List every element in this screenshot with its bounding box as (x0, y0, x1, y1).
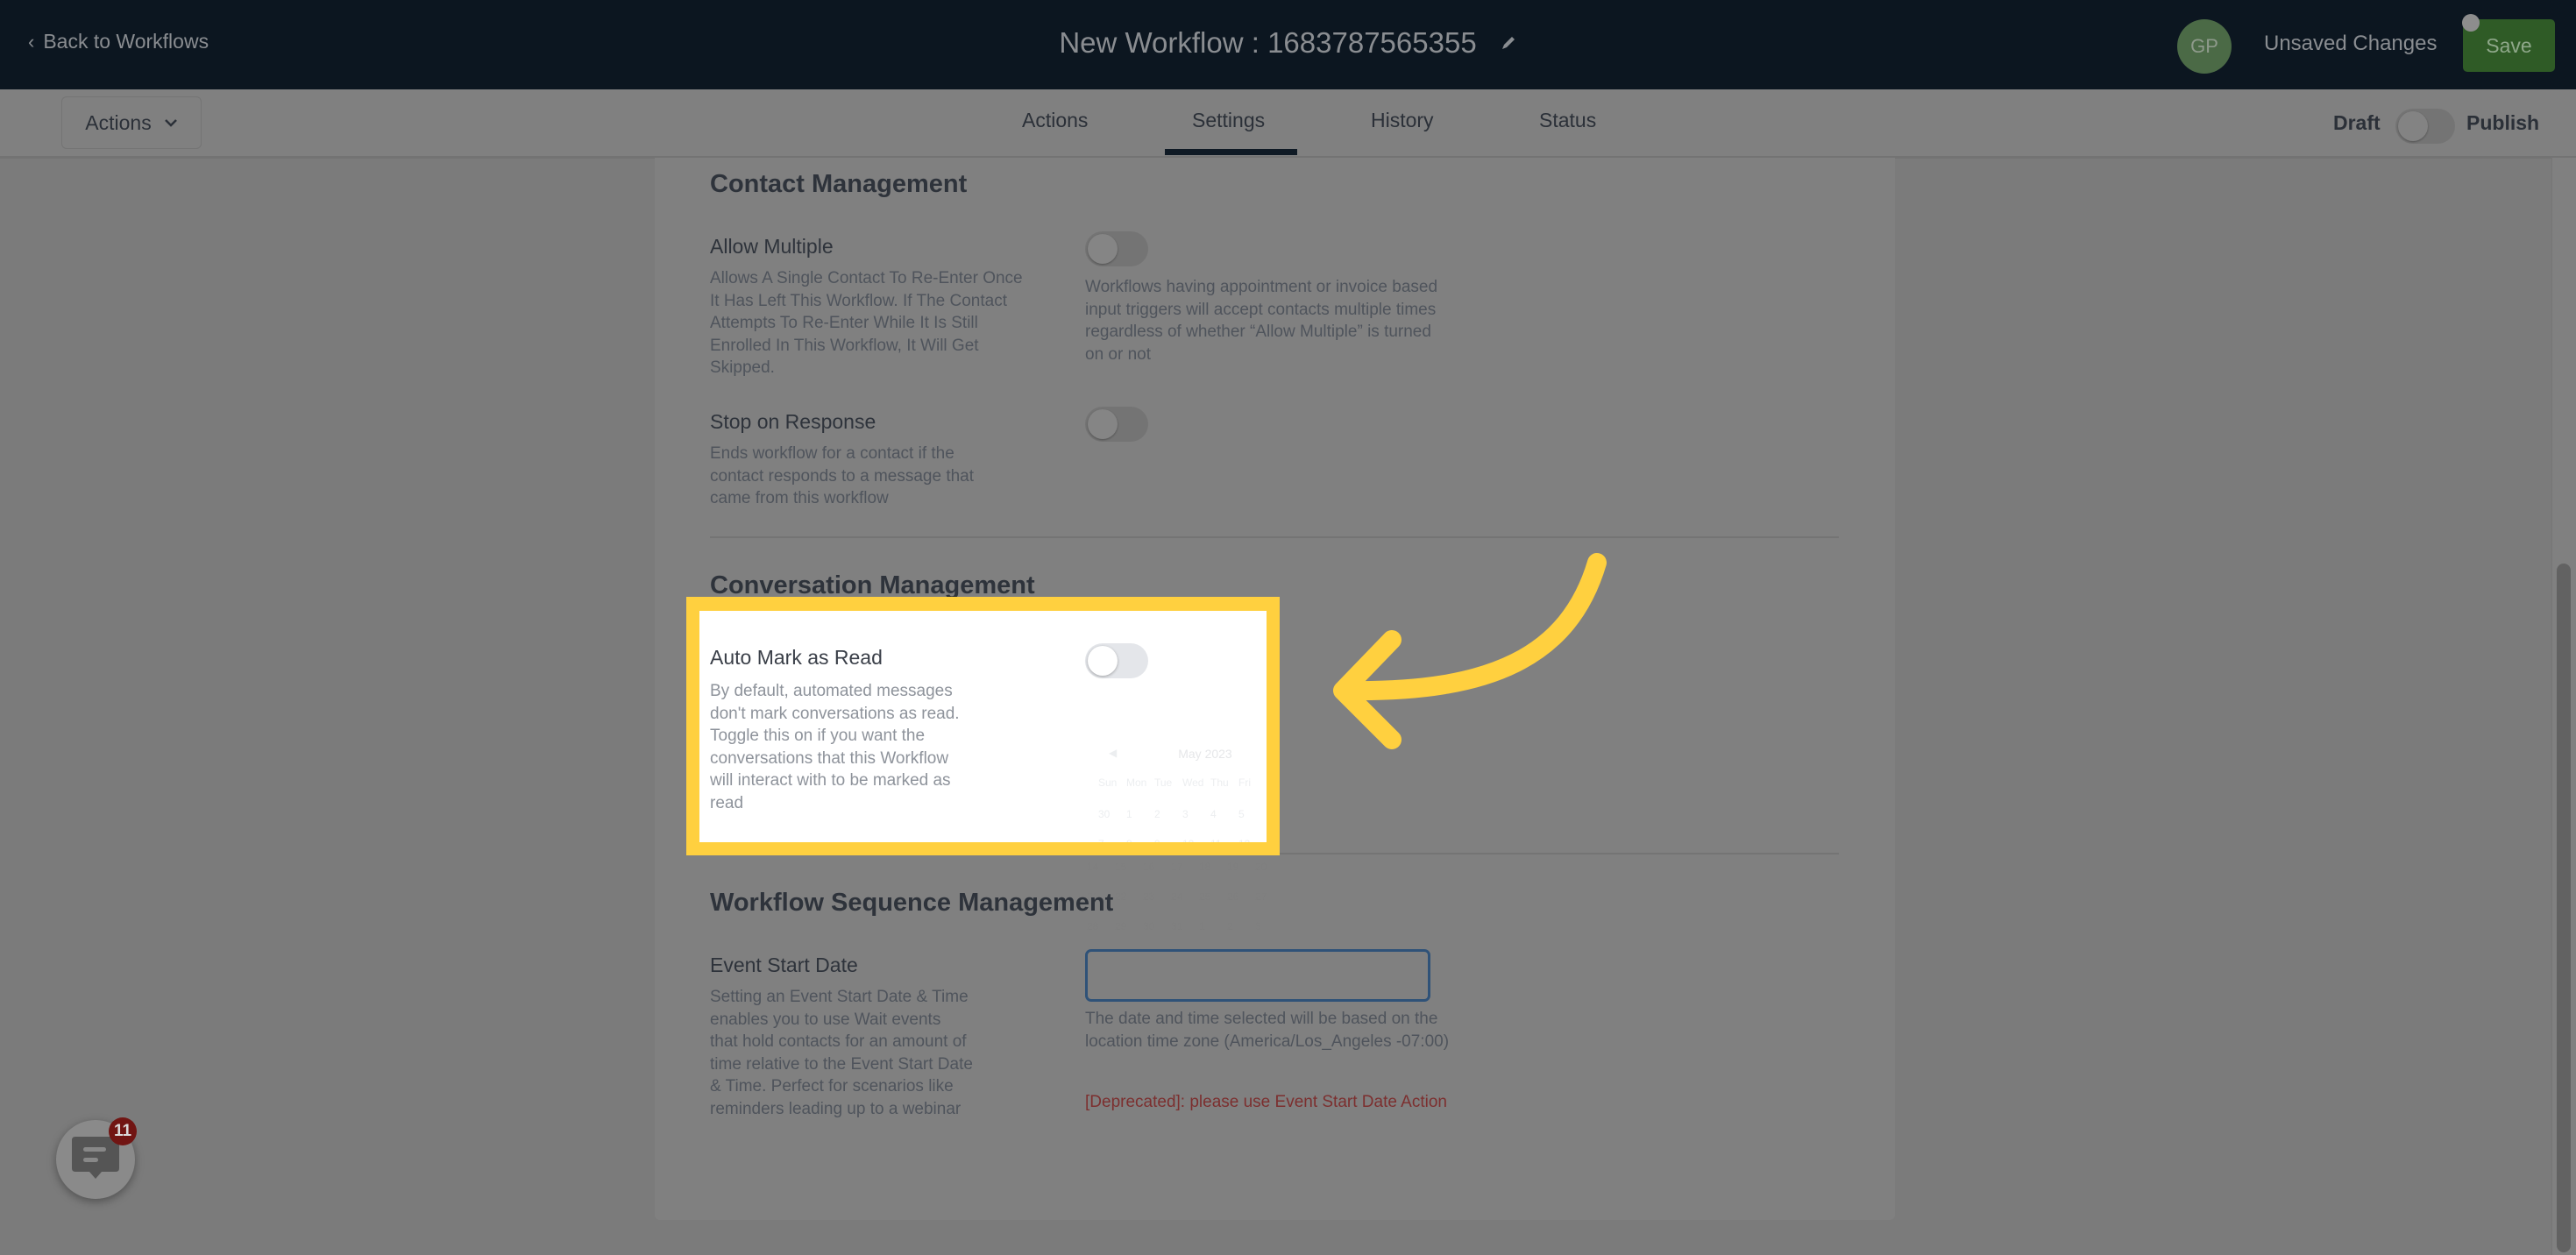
calendar-month: May (1178, 747, 1202, 761)
stop-on-response-toggle[interactable] (1085, 407, 1148, 442)
calendar-weekday: Thu (1210, 776, 1229, 789)
calendar-day: 14 (1087, 861, 1099, 873)
calendar-day: 16 (1143, 861, 1155, 873)
calendar-day: 30 (1098, 808, 1111, 820)
chevron-down-icon (164, 119, 177, 127)
auto-mark-read-description: By default, automated messages don't mar… (710, 682, 960, 812)
auto-mark-read-toggle[interactable] (1085, 643, 1148, 678)
calendar-weekday: Fri (1238, 776, 1251, 789)
calendar-day: 29 (1115, 920, 1127, 932)
avatar-initials: GP (2190, 35, 2218, 57)
avatar[interactable]: GP (2177, 19, 2232, 74)
notification-badge: 11 (109, 1117, 137, 1145)
calendar-day: 8 (1126, 838, 1154, 842)
calendar-day: 2 (1227, 920, 1233, 932)
deprecated-warning: [Deprecated]: please use Event Start Dat… (1085, 1093, 1447, 1111)
highlight-box: Auto Mark as Read By default, automated … (686, 597, 1280, 855)
calendar-weekday: Mon (1126, 776, 1147, 789)
back-to-workflows-link[interactable]: ‹ Back to Workflows (28, 30, 209, 53)
tab-history[interactable]: History (1371, 109, 1434, 132)
tab-settings[interactable]: Settings (1192, 109, 1265, 132)
calendar-day: 20 (1255, 861, 1267, 873)
calendar-day: 26 (1227, 890, 1239, 903)
publish-toggle[interactable] (2395, 109, 2455, 144)
calendar-day: 3 (1255, 920, 1261, 932)
calendar-day: 3 (1182, 808, 1189, 820)
draft-label: Draft (2333, 111, 2381, 134)
back-label: Back to Workflows (43, 30, 209, 53)
calendar-weekday: Sun (1098, 776, 1118, 789)
calendar-day: 28 (1087, 920, 1099, 932)
calendar-weekday: Tue (1154, 776, 1173, 789)
calendar-day: 19 (1227, 861, 1239, 873)
auto-mark-read-panel: Auto Mark as Read By default, automated … (699, 611, 1267, 842)
scrollbar-thumb[interactable] (2557, 564, 2571, 1252)
calendar-day: 17 (1171, 861, 1183, 873)
calendar-day: 10 (1182, 838, 1210, 842)
unsaved-status: Unsaved Changes (2264, 32, 2438, 55)
calendar-day: 15 (1115, 861, 1127, 873)
prev-month-icon: ◀ (1109, 747, 1118, 759)
allow-multiple-label: Allow Multiple (710, 235, 834, 258)
stop-on-response-description: Ends workflow for a contact if the conta… (710, 444, 975, 507)
calendar-day: 23 (1143, 890, 1155, 903)
event-start-date-input[interactable] (1085, 949, 1430, 1002)
calendar-day: 4 (1210, 808, 1217, 820)
curved-arrow-annotation (1333, 553, 1607, 749)
tab-status[interactable]: Status (1539, 109, 1596, 132)
calendar-day: 1 (1199, 920, 1205, 932)
allow-multiple-note: Workflows having appointment or invoice … (1085, 278, 1438, 364)
event-start-date-label: Event Start Date (710, 954, 858, 976)
calendar-day: 9 (1154, 838, 1182, 842)
calendar-day: 5 (1238, 808, 1245, 820)
pencil-icon[interactable] (1500, 34, 1517, 52)
actions-dropdown-label: Actions (85, 110, 152, 134)
unsaved-indicator-dot (2462, 14, 2480, 32)
stop-on-response-label: Stop on Response (710, 410, 876, 433)
allow-multiple-description: Allows A Single Contact To Re-Enter Once… (710, 269, 1023, 377)
publish-label: Publish (2466, 111, 2540, 134)
calendar-day: 18 (1199, 861, 1211, 873)
section-divider (710, 536, 1839, 538)
toggle-knob (1088, 646, 1118, 676)
calendar-day: 2 (1154, 808, 1160, 820)
active-tab-indicator (1165, 149, 1297, 155)
calendar-day: 7 (1098, 838, 1126, 842)
auto-mark-read-label: Auto Mark as Read (710, 646, 883, 669)
calendar-day: 25 (1199, 890, 1211, 903)
calendar-year: 2023 (1204, 747, 1232, 761)
calendar-day: 31 (1171, 920, 1183, 932)
toggle-knob (1088, 409, 1118, 439)
section-title-sequence: Workflow Sequence Management (710, 889, 1114, 917)
chevron-left-icon: ‹ (28, 30, 35, 53)
toggle-knob (1088, 234, 1118, 264)
calendar-day: 12 (1238, 838, 1267, 842)
calendar-weekday: Wed (1182, 776, 1204, 789)
allow-multiple-toggle[interactable] (1085, 231, 1148, 266)
timezone-note: The date and time selected will be based… (1085, 1010, 1450, 1051)
calendar-day: 30 (1143, 920, 1155, 932)
actions-dropdown[interactable]: Actions (61, 96, 202, 149)
tab-actions[interactable]: Actions (1022, 109, 1088, 132)
event-start-date-description: Setting an Event Start Date & Time enabl… (710, 988, 973, 1118)
toggle-knob (2398, 111, 2428, 141)
calendar-day: 1 (1126, 808, 1132, 820)
calendar-day: 24 (1171, 890, 1183, 903)
calendar-day: 22 (1115, 890, 1127, 903)
workflow-title: New Workflow : 1683787565355 (1059, 26, 1477, 59)
calendar-day: 27 (1255, 890, 1267, 903)
date-picker-ghost-inner: ◀ May 2023 SunMonTueWedThuFri 3012345789… (1098, 747, 1267, 842)
section-title-contact: Contact Management (710, 170, 968, 198)
calendar-day: 11 (1210, 838, 1238, 842)
